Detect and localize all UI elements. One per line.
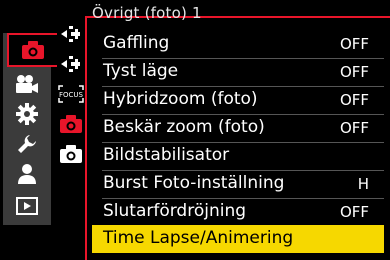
- menu-item-value: OFF: [339, 203, 369, 221]
- main-tab-bar: [3, 33, 57, 225]
- main-tab-setup[interactable]: [3, 129, 51, 159]
- menu-item-tyst-lage[interactable]: Tyst läge OFF: [92, 58, 384, 86]
- camera-icon: [21, 40, 45, 60]
- menu-item-value: OFF: [339, 91, 369, 109]
- main-tab-custom[interactable]: [3, 99, 51, 129]
- menu-item-hybridzoom[interactable]: Hybridzoom (foto) OFF: [92, 86, 384, 114]
- menu-item-slutarfordrojning[interactable]: Slutarfördröjning OFF: [92, 198, 384, 226]
- menu-item-label: Gaffling: [103, 33, 170, 53]
- main-tab-playback[interactable]: [3, 191, 51, 221]
- menu-item-burst-foto[interactable]: Burst Foto-inställning H: [92, 170, 384, 198]
- menu-item-label: Time Lapse/Animering: [103, 228, 294, 248]
- main-tab-photo[interactable]: [7, 33, 57, 67]
- menu-item-value: H: [357, 175, 369, 193]
- menu-item-value: OFF: [339, 119, 369, 137]
- playback-icon: [16, 197, 38, 215]
- menu-item-label: Tyst läge: [103, 61, 179, 81]
- menu-item-label: Bildstabilisator: [103, 145, 230, 165]
- camera-icon: [59, 114, 83, 134]
- menu-item-beskar-zoom[interactable]: Beskär zoom (foto) OFF: [92, 114, 384, 142]
- menu-item-bildstabilisator[interactable]: Bildstabilisator: [92, 142, 384, 170]
- person-icon: [16, 163, 38, 185]
- menu-item-label: Slutarfördröjning: [103, 201, 247, 221]
- camera-menu-screen: FOCUS Övrigt (foto) 1 Gaffling OFF Tyst …: [0, 0, 390, 260]
- menu-item-value: OFF: [339, 63, 369, 81]
- af-dial-icon: [59, 54, 83, 74]
- focus-icon: FOCUS: [58, 85, 84, 103]
- menu-item-label: Beskär zoom (foto): [103, 117, 265, 137]
- svg-text:FOCUS: FOCUS: [59, 91, 84, 99]
- menu-item-label: Hybridzoom (foto): [103, 89, 258, 109]
- menu-item-label: Burst Foto-inställning: [103, 173, 285, 193]
- page-title: Övrigt (foto) 1: [92, 4, 202, 22]
- gear-icon: [16, 103, 38, 125]
- camera-icon: [59, 144, 83, 164]
- main-tab-mymenu[interactable]: [3, 159, 51, 189]
- main-tab-video[interactable]: [3, 69, 51, 99]
- menu-item-value: OFF: [339, 35, 369, 53]
- video-camera-icon: [14, 74, 40, 94]
- wrench-icon: [16, 133, 38, 155]
- af-dial-icon: [59, 24, 83, 44]
- menu-item-gaffling[interactable]: Gaffling OFF: [92, 30, 384, 58]
- menu-item-time-lapse[interactable]: Time Lapse/Animering: [92, 225, 384, 253]
